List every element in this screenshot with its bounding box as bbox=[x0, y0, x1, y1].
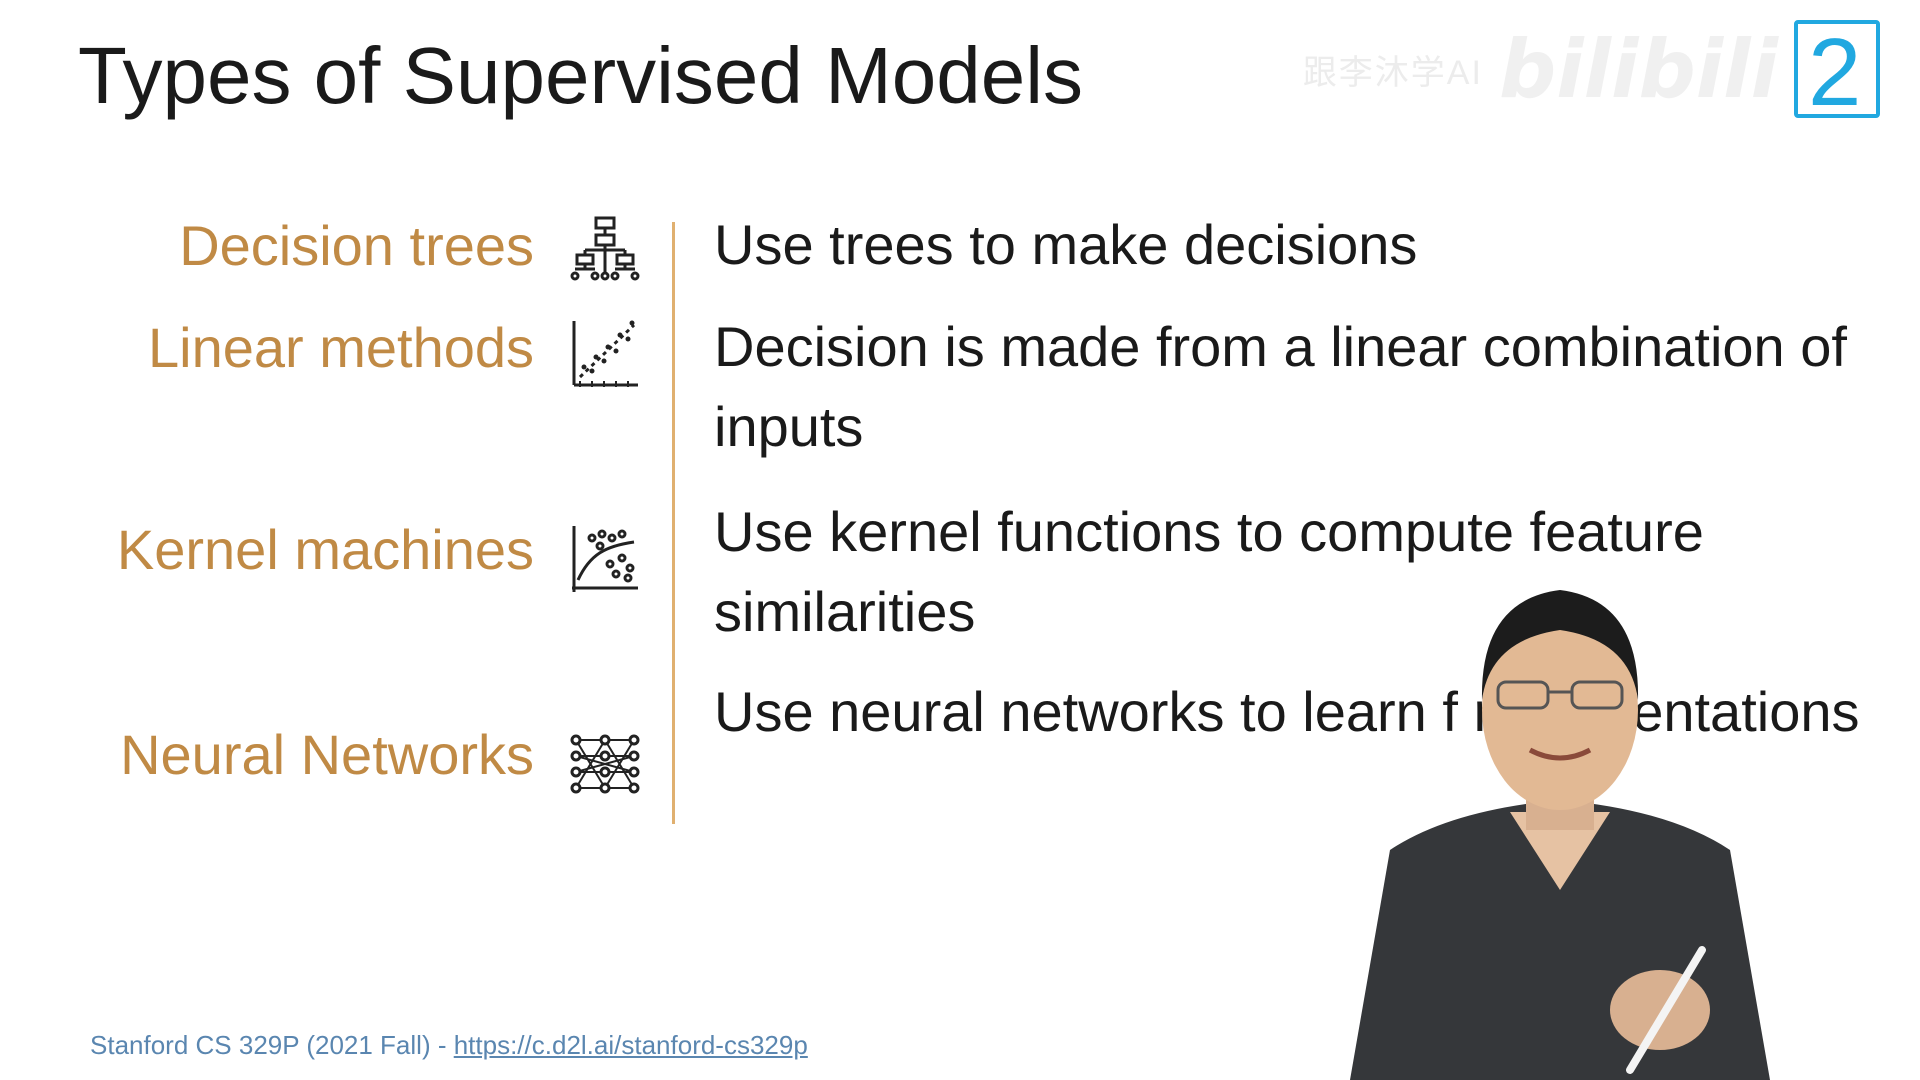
footer: Stanford CS 329P (2021 Fall) - https://c… bbox=[90, 1030, 808, 1061]
bilibili-logo: bilibili bbox=[1498, 22, 1778, 116]
footer-source: Stanford CS 329P (2021 Fall) - bbox=[90, 1030, 454, 1060]
decision-tree-icon bbox=[570, 216, 640, 281]
model-name-neural-networks: Neural Networks bbox=[120, 723, 534, 786]
d2l-logo-icon: 2 bbox=[1794, 19, 1880, 126]
slide: Types of Supervised Models 跟李沐学AI bilibi… bbox=[0, 0, 1920, 1080]
model-desc-linear-methods: Decision is made from a linear combinati… bbox=[714, 315, 1847, 458]
model-name-kernel-machines: Kernel machines bbox=[116, 518, 534, 581]
linear-scatter-icon bbox=[572, 320, 638, 387]
presenter-video bbox=[1350, 590, 1770, 1080]
model-name-decision-trees: Decision trees bbox=[179, 214, 534, 277]
vertical-divider bbox=[672, 222, 675, 824]
model-name-linear-methods: Linear methods bbox=[147, 316, 534, 379]
footer-link[interactable]: https://c.d2l.ai/stanford-cs329p bbox=[454, 1030, 808, 1060]
watermark: 跟李沐学AI bilibili 2 bbox=[1302, 19, 1880, 126]
slide-title: Types of Supervised Models bbox=[78, 31, 1083, 120]
model-desc-decision-trees: Use trees to make decisions bbox=[714, 213, 1418, 276]
neural-network-icon bbox=[570, 734, 640, 794]
kernel-scatter-icon bbox=[572, 526, 638, 592]
watermark-text: 跟李沐学AI bbox=[1302, 53, 1483, 92]
d2l-logo-glyph: 2 bbox=[1808, 19, 1862, 126]
